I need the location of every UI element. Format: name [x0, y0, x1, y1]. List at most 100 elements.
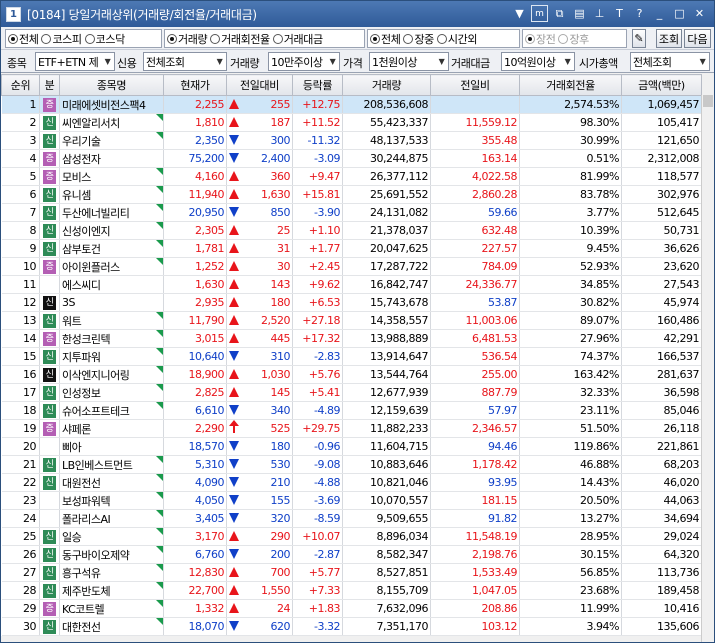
prev-ratio-cell: 91.82 — [430, 509, 520, 528]
change-cell: 620 — [226, 617, 293, 636]
maximize-icon[interactable]: □ — [671, 5, 688, 22]
column-header[interactable]: 등락률 — [292, 74, 343, 96]
table-row[interactable]: 29 증 KC코트렐 1,332 24 +1.83 7,632,096 208.86 11.99… — [1, 599, 702, 618]
settings-icon[interactable]: ✎ — [632, 29, 646, 48]
sort-radio-1[interactable]: 거래회전율 — [210, 31, 270, 47]
price-select[interactable]: 1천원이상 ▼ — [369, 52, 449, 71]
table-row[interactable]: 6 신 유니셈 11,940 1,630 +15.81 25,691,552 2,860.28… — [1, 185, 702, 204]
volume-cell: 10,070,557 — [342, 491, 431, 510]
amount-cell: 166,537 — [621, 347, 702, 366]
table-row[interactable]: 13 신 워트 11,790 2,520 +27.18 14,358,557 11,003.0… — [1, 311, 702, 330]
sort-radio-2[interactable]: 거래대금 — [272, 31, 323, 47]
column-header[interactable]: 전일대비 — [226, 74, 293, 96]
table-row[interactable]: 17 신 인성정보 2,825 145 +5.41 12,677,939 887.79 32.3… — [1, 383, 702, 402]
table-row[interactable]: 11 에스씨디 1,630 143 +9.62 16,842,747 24,336.77 34… — [1, 275, 702, 294]
table-row[interactable]: 15 신 지투파워 10,640 310 -2.83 13,914,647 536.54 74.… — [1, 347, 702, 366]
time-radio-2[interactable]: 시간외 — [436, 31, 477, 47]
price-cell: 4,160 — [163, 167, 227, 186]
price-cell: 1,332 — [163, 599, 227, 618]
table-row[interactable]: 8 신 신성이엔지 2,305 25 +1.10 21,378,037 632.48 10.39… — [1, 221, 702, 240]
stock-name: 대원전선 — [62, 476, 101, 490]
radio-circle-icon — [403, 33, 414, 44]
minimize-icon[interactable]: _ — [651, 5, 668, 22]
time-radio-1[interactable]: 장중 — [403, 31, 434, 47]
change-value: 620 — [270, 620, 291, 633]
table-row[interactable]: 18 신 슈어소프트테크 6,610 340 -4.89 12,159,639 57.97 23… — [1, 401, 702, 420]
table-row[interactable]: 12 신 3S 2,935 180 +6.53 15,743,678 53.87 30.82% 4… — [1, 293, 702, 312]
time-radio-label: 전체 — [381, 32, 401, 46]
change-value: 320 — [270, 512, 291, 525]
table-row[interactable]: 19 증 샤페론 2,290 525 +29.75 11,882,233 2,346.57 51… — [1, 419, 702, 438]
market-radio-2[interactable]: 코스닥 — [84, 31, 125, 47]
table-row[interactable]: 23 보성파워텍 4,050 155 -3.69 10,070,557 181.15 20.5… — [1, 491, 702, 510]
table-row[interactable]: 24 폴라리스AI 3,405 320 -8.59 9,509,655 91.82 13.27… — [1, 509, 702, 528]
amount-cell: 29,024 — [621, 527, 702, 546]
item-select[interactable]: ETF+ETN 제 ▼ — [35, 52, 115, 71]
column-header[interactable]: 현재가 — [163, 74, 227, 96]
credit-select[interactable]: 전체조회 ▼ — [143, 52, 227, 71]
table-row[interactable]: 5 증 모비스 4,160 360 +9.47 26,377,112 4,022.58 81.9… — [1, 167, 702, 186]
table-row[interactable]: 30 신 대한전선 18,070 620 -3.32 7,351,170 103.12 3.94… — [1, 617, 702, 636]
stock-name-cell: 삼성전자 — [59, 149, 164, 168]
radio-circle-icon — [167, 33, 177, 44]
prev-ratio-cell: 2,346.57 — [430, 419, 520, 438]
title-bar[interactable]: 1 [0184] 당일거래상위(거래량/회전율/거래대금) ▼ m ⧉ ▤ ⊥ … — [1, 1, 714, 27]
table-row[interactable]: 22 신 대원전선 4,090 210 -4.88 10,821,046 93.95 14.43… — [1, 473, 702, 492]
help-icon[interactable]: ? — [631, 5, 648, 22]
link-icon[interactable]: ⧉ — [551, 5, 568, 22]
close-icon[interactable]: ✕ — [691, 5, 708, 22]
amount-select[interactable]: 10억원이상 ▼ — [501, 52, 575, 71]
sort-radio-0[interactable]: 거래량 — [167, 31, 208, 47]
class-cell: 신 — [39, 473, 60, 492]
table-row[interactable]: 2 신 씨엔알리서치 1,810 187 +11.52 55,423,337 11,559.1… — [1, 113, 702, 132]
table-row[interactable]: 10 증 아이윈플러스 1,252 30 +2.45 17,287,722 784.09 52.… — [1, 257, 702, 276]
table-row[interactable]: 14 증 한성크린텍 3,015 445 +17.32 13,988,889 6,481.53… — [1, 329, 702, 348]
screen-icon[interactable]: ▤ — [571, 5, 588, 22]
class-badge: 증 — [43, 151, 56, 166]
column-header[interactable]: 거래회전율 — [519, 74, 622, 96]
pin-icon[interactable]: ⊥ — [591, 5, 608, 22]
table-row[interactable]: 3 신 우리기술 2,350 300 -11.32 48,137,533 355.48 30.9… — [1, 131, 702, 150]
column-header[interactable]: 금액(백만) — [621, 74, 702, 96]
rate-cell: -11.32 — [292, 131, 343, 150]
down-arrow-icon[interactable]: ▼ — [511, 5, 528, 22]
mcap-select[interactable]: 전체조회 ▼ — [630, 52, 710, 71]
m-icon[interactable]: m — [531, 5, 548, 22]
volume-select[interactable]: 10만주이상 ▼ — [268, 52, 340, 71]
market-radio-0[interactable]: 전체 — [8, 31, 39, 47]
flag-corner-icon — [156, 186, 163, 193]
scrollbar[interactable] — [701, 95, 714, 642]
table-row[interactable]: 27 신 흥구석유 12,830 700 +5.77 8,527,851 1,533.49 56… — [1, 563, 702, 582]
scrollbar-thumb[interactable] — [703, 95, 713, 107]
table-row[interactable]: 1 증 미래에셋비전스팩4 2,255 255 +12.75 208,536,608 2,57… — [1, 95, 702, 114]
table-row[interactable]: 21 신 LB인베스트먼트 5,310 530 -9.08 10,883,646 1,178.… — [1, 455, 702, 474]
table-row[interactable]: 26 신 동구바이오제약 6,760 200 -2.87 8,582,347 2,198.76… — [1, 545, 702, 564]
search-button[interactable]: 조회 — [656, 29, 682, 48]
price-cell: 1,252 — [163, 257, 227, 276]
column-header[interactable]: 순위 — [1, 74, 40, 96]
market-radio-1[interactable]: 코스피 — [41, 31, 82, 47]
prev-ratio-cell: 4,022.58 — [430, 167, 520, 186]
table-row[interactable]: 20 삐아 18,570 180 -0.96 11,604,715 94.46 119.86%… — [1, 437, 702, 456]
table-row[interactable]: 16 신 이삭엔지니어링 18,900 1,030 +5.76 13,544,764 255.… — [1, 365, 702, 384]
table-row[interactable]: 28 신 제주반도체 22,700 1,550 +7.33 8,155,709 1,047.0… — [1, 581, 702, 600]
class-badge: 신 — [43, 367, 56, 382]
table-row[interactable]: 7 신 두산에너빌리티 20,950 850 -3.90 24,131,082 59.66 3.… — [1, 203, 702, 222]
column-header[interactable]: 분 — [39, 74, 60, 96]
stock-name: 흥구석유 — [62, 566, 101, 580]
column-header[interactable]: 전일비 — [430, 74, 520, 96]
change-value: 155 — [270, 494, 291, 507]
stock-name-cell: 에스씨디 — [59, 275, 164, 294]
column-header[interactable]: 종목명 — [59, 74, 164, 96]
font-icon[interactable]: T — [611, 5, 628, 22]
column-header[interactable]: 거래량 — [342, 74, 431, 96]
rank-cell: 8 — [1, 221, 40, 240]
next-button[interactable]: 다음 — [684, 29, 711, 48]
session-radio-0[interactable]: 장전 — [525, 31, 556, 47]
table-row[interactable]: 25 신 일승 3,170 290 +10.07 8,896,034 11,548.19 28.… — [1, 527, 702, 546]
time-radio-0[interactable]: 전체 — [370, 31, 401, 47]
table-row[interactable]: 4 증 삼성전자 75,200 2,400 -3.09 30,244,875 163.14 0.… — [1, 149, 702, 168]
price-cell: 3,015 — [163, 329, 227, 348]
session-radio-1[interactable]: 장후 — [558, 31, 589, 47]
table-row[interactable]: 9 신 삼부토건 1,781 31 +1.77 20,047,625 227.57 9.45% 3… — [1, 239, 702, 258]
